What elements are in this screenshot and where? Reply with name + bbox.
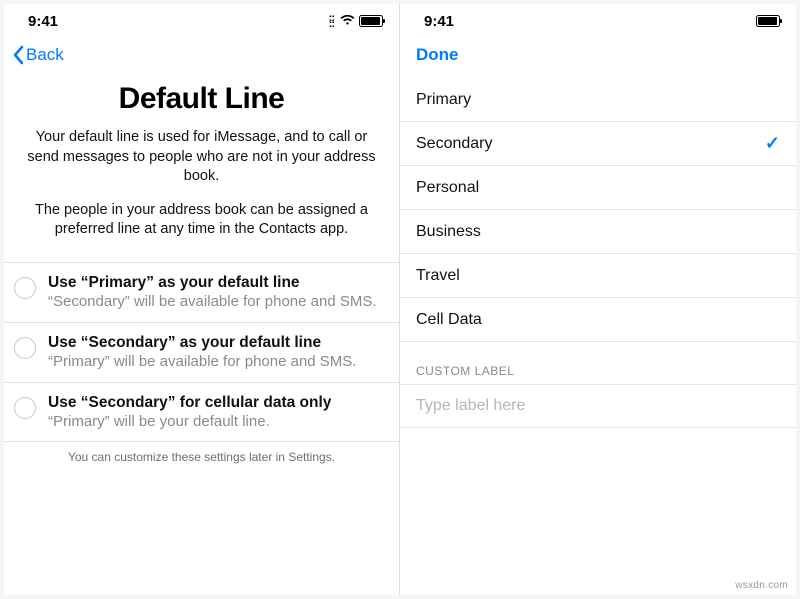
back-button[interactable]: Back bbox=[12, 45, 64, 65]
status-bar: 9:41 bbox=[400, 4, 796, 38]
status-bar: 9:41 :::: bbox=[4, 4, 399, 38]
radio-unselected-icon bbox=[14, 397, 36, 419]
battery-icon bbox=[359, 15, 383, 27]
label-text: Primary bbox=[416, 91, 471, 109]
wifi-icon bbox=[340, 13, 355, 30]
label-text: Business bbox=[416, 223, 481, 241]
label-item-personal[interactable]: Personal bbox=[400, 166, 796, 210]
option-subtitle: “Primary” will be your default line. bbox=[48, 412, 331, 432]
description-1: Your default line is used for iMessage, … bbox=[4, 128, 399, 187]
nav-bar: Done bbox=[400, 38, 796, 72]
option-subtitle: “Secondary” will be available for phone … bbox=[48, 292, 377, 312]
option-subtitle: “Primary” will be available for phone an… bbox=[48, 352, 356, 372]
dual-sim-icon: :::: bbox=[329, 15, 334, 27]
description-2: The people in your address book can be a… bbox=[4, 201, 399, 240]
status-right bbox=[756, 15, 780, 27]
footnote: You can customize these settings later i… bbox=[4, 442, 399, 464]
label-item-cell-data[interactable]: Cell Data bbox=[400, 298, 796, 342]
label-text: Personal bbox=[416, 179, 479, 197]
custom-label-section: CUSTOM LABEL bbox=[400, 342, 796, 384]
back-label: Back bbox=[26, 45, 64, 65]
chevron-left-icon bbox=[12, 45, 24, 65]
option-secondary-data-only[interactable]: Use “Secondary” for cellular data only “… bbox=[4, 383, 399, 443]
page-title: Default Line bbox=[4, 82, 399, 116]
label-text: Cell Data bbox=[416, 311, 482, 329]
options-list: Use “Primary” as your default line “Seco… bbox=[4, 262, 399, 443]
option-primary-default[interactable]: Use “Primary” as your default line “Seco… bbox=[4, 263, 399, 323]
watermark: wsxdn.com bbox=[735, 580, 788, 591]
label-item-primary[interactable]: Primary bbox=[400, 78, 796, 122]
option-title: Use “Secondary” as your default line bbox=[48, 333, 356, 352]
label-list: Primary Secondary ✓ Personal Business Tr… bbox=[400, 78, 796, 342]
label-picker-screen: 9:41 Done Primary Secondary ✓ Personal B… bbox=[400, 4, 796, 595]
status-time: 9:41 bbox=[424, 13, 454, 30]
radio-unselected-icon bbox=[14, 337, 36, 359]
option-secondary-default[interactable]: Use “Secondary” as your default line “Pr… bbox=[4, 323, 399, 383]
label-item-business[interactable]: Business bbox=[400, 210, 796, 254]
option-title: Use “Primary” as your default line bbox=[48, 273, 377, 292]
done-button[interactable]: Done bbox=[408, 45, 459, 65]
status-right: :::: bbox=[329, 13, 383, 30]
default-line-screen: 9:41 :::: Back Default Line Your default… bbox=[4, 4, 400, 595]
checkmark-icon: ✓ bbox=[765, 133, 780, 154]
label-text: Secondary bbox=[416, 135, 493, 153]
battery-icon bbox=[756, 15, 780, 27]
status-time: 9:41 bbox=[28, 13, 58, 30]
custom-label-input[interactable] bbox=[400, 384, 796, 428]
option-title: Use “Secondary” for cellular data only bbox=[48, 393, 331, 412]
label-text: Travel bbox=[416, 267, 460, 285]
label-item-travel[interactable]: Travel bbox=[400, 254, 796, 298]
radio-unselected-icon bbox=[14, 277, 36, 299]
nav-bar: Back bbox=[4, 38, 399, 72]
label-item-secondary[interactable]: Secondary ✓ bbox=[400, 122, 796, 166]
